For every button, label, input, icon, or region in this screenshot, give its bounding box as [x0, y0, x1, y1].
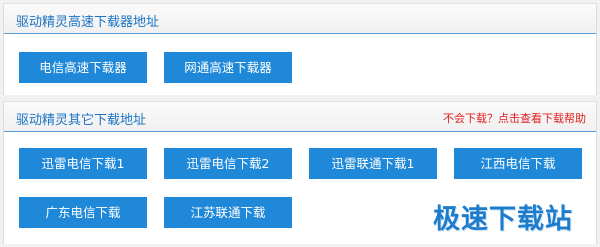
thunder-unicom-download-1-button[interactable]: 迅雷联通下载1 — [309, 148, 437, 179]
high-speed-downloader-panel: 驱动精灵高速下载器地址 电信高速下载器 网通高速下载器 — [3, 3, 597, 95]
other-section-title: 驱动精灵其它下载地址 — [16, 113, 147, 128]
thunder-telecom-download-1-button[interactable]: 迅雷电信下载1 — [19, 148, 147, 179]
netcom-high-speed-downloader-button[interactable]: 网通高速下载器 — [164, 52, 292, 83]
panel-header: 驱动精灵其它下载地址 不会下载？点击查看下载帮助 — [4, 101, 596, 132]
panel-header: 驱动精灵高速下载器地址 — [4, 3, 596, 34]
guangdong-telecom-download-button[interactable]: 广东电信下载 — [19, 197, 147, 228]
jiangsu-unicom-download-button[interactable]: 江苏联通下载 — [164, 197, 292, 228]
download-help-link[interactable]: 不会下载？点击查看下载帮助 — [443, 110, 586, 126]
site-watermark-logo: 极速下载站 — [433, 204, 573, 235]
thunder-telecom-download-2-button[interactable]: 迅雷电信下载2 — [164, 148, 292, 179]
high-speed-section-title: 驱动精灵高速下载器地址 — [16, 15, 160, 30]
telecom-high-speed-downloader-button[interactable]: 电信高速下载器 — [19, 52, 147, 83]
jiangxi-telecom-download-button[interactable]: 江西电信下载 — [454, 148, 582, 179]
